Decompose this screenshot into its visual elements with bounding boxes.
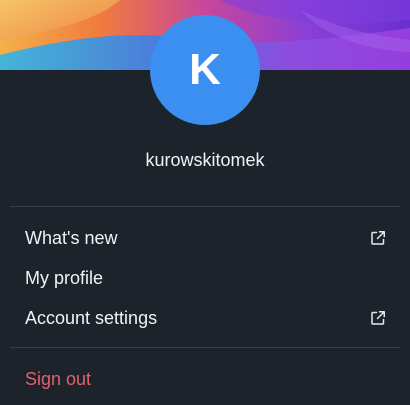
- menu-item-label: My profile: [25, 267, 104, 288]
- avatar-initial: K: [189, 45, 221, 94]
- username: kurowskitomek: [145, 150, 265, 170]
- external-link-icon: [371, 231, 385, 245]
- menu-item-account-settings[interactable]: Account settings: [0, 298, 410, 338]
- external-link-icon: [371, 311, 385, 325]
- sign-out-label: Sign out: [25, 368, 92, 389]
- sign-out-button[interactable]: Sign out: [0, 359, 410, 399]
- account-menu: K kurowskitomek What's new My profile Ac…: [0, 0, 410, 405]
- menu-item-label: Account settings: [25, 307, 158, 328]
- avatar[interactable]: K: [150, 15, 260, 125]
- divider: [10, 206, 400, 207]
- menu-item-my-profile[interactable]: My profile: [0, 258, 410, 298]
- menu-item-label: What's new: [25, 227, 118, 248]
- menu-item-whats-new[interactable]: What's new: [0, 218, 410, 258]
- divider: [10, 347, 400, 348]
